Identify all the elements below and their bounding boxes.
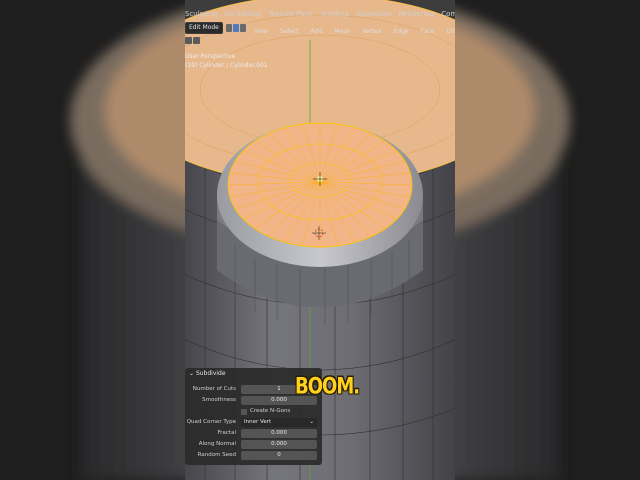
vertex-select-icon[interactable] [225, 24, 232, 32]
menu-mesh[interactable]: Mesh [334, 28, 350, 35]
toggle-icon[interactable] [185, 37, 192, 44]
panel-title[interactable]: ⌄ Subdivide [189, 370, 226, 377]
row-quad-corner: Quad Corner Type Inner Vert ⌄ [185, 418, 322, 428]
fractal-label: Fractal [217, 430, 236, 436]
toggle-icon[interactable] [193, 37, 200, 44]
mode-select[interactable]: Edit Mode [185, 22, 223, 34]
random-seed-field[interactable]: 0 [241, 451, 317, 460]
quad-corner-select[interactable]: Inner Vert ⌄ [241, 418, 317, 427]
tab-sculpting[interactable]: Sculpting [185, 7, 225, 21]
quad-corner-label: Quad Corner Type [186, 419, 236, 425]
viewport-header: Edit Mode View Select Add Mesh Vertex Ed… [185, 21, 455, 35]
menu-face[interactable]: Face [421, 28, 435, 35]
caption-overlay: BOOM. [295, 373, 360, 400]
panel-title-text: Subdivide [195, 370, 226, 377]
perspective-label: User Perspective [185, 53, 236, 60]
object-label: (19) Cylinder | Cylinder.001 [185, 62, 268, 69]
smoothness-label: Smoothness [202, 397, 236, 403]
menu-edge[interactable]: Edge [394, 28, 409, 35]
menu-select[interactable]: Select [280, 28, 299, 35]
along-normal-label: Along Normal [198, 441, 236, 447]
create-ngons-checkbox[interactable] [241, 409, 247, 415]
row-random-seed: Random Seed 0 [185, 451, 322, 461]
viewport-info: User Perspective (19) Cylinder | Cylinde… [185, 52, 268, 70]
along-normal-field[interactable]: 0.000 [241, 440, 317, 449]
row-along-normal: Along Normal 0.000 [185, 440, 322, 450]
quad-corner-value: Inner Vert [244, 419, 272, 425]
face-select-icon[interactable] [239, 24, 246, 32]
number-of-cuts-label: Number of Cuts [192, 386, 236, 392]
blender-screen: Sculpting UV Editing Texture Paint Shadi… [185, 0, 455, 480]
overlay-toggles[interactable] [185, 37, 200, 44]
row-create-ngons: Create N-Gons [185, 408, 322, 418]
chevron-down-icon: ⌄ [309, 419, 314, 425]
menu-vertex[interactable]: Vertex [362, 28, 381, 35]
edge-select-icon[interactable] [232, 24, 239, 32]
menu-add[interactable]: Add [311, 28, 323, 35]
menu-uv[interactable]: UV [447, 28, 455, 35]
random-seed-label: Random Seed [197, 452, 236, 458]
chevron-down-icon[interactable]: ⌄ [189, 370, 196, 377]
fractal-field[interactable]: 0.000 [241, 429, 317, 438]
menu-view[interactable]: View [254, 28, 268, 35]
create-ngons-label: Create N-Gons [250, 408, 291, 414]
header-menu: View Select Add Mesh Vertex Edge Face UV [247, 18, 455, 39]
row-fractal: Fractal 0.000 [185, 429, 322, 439]
